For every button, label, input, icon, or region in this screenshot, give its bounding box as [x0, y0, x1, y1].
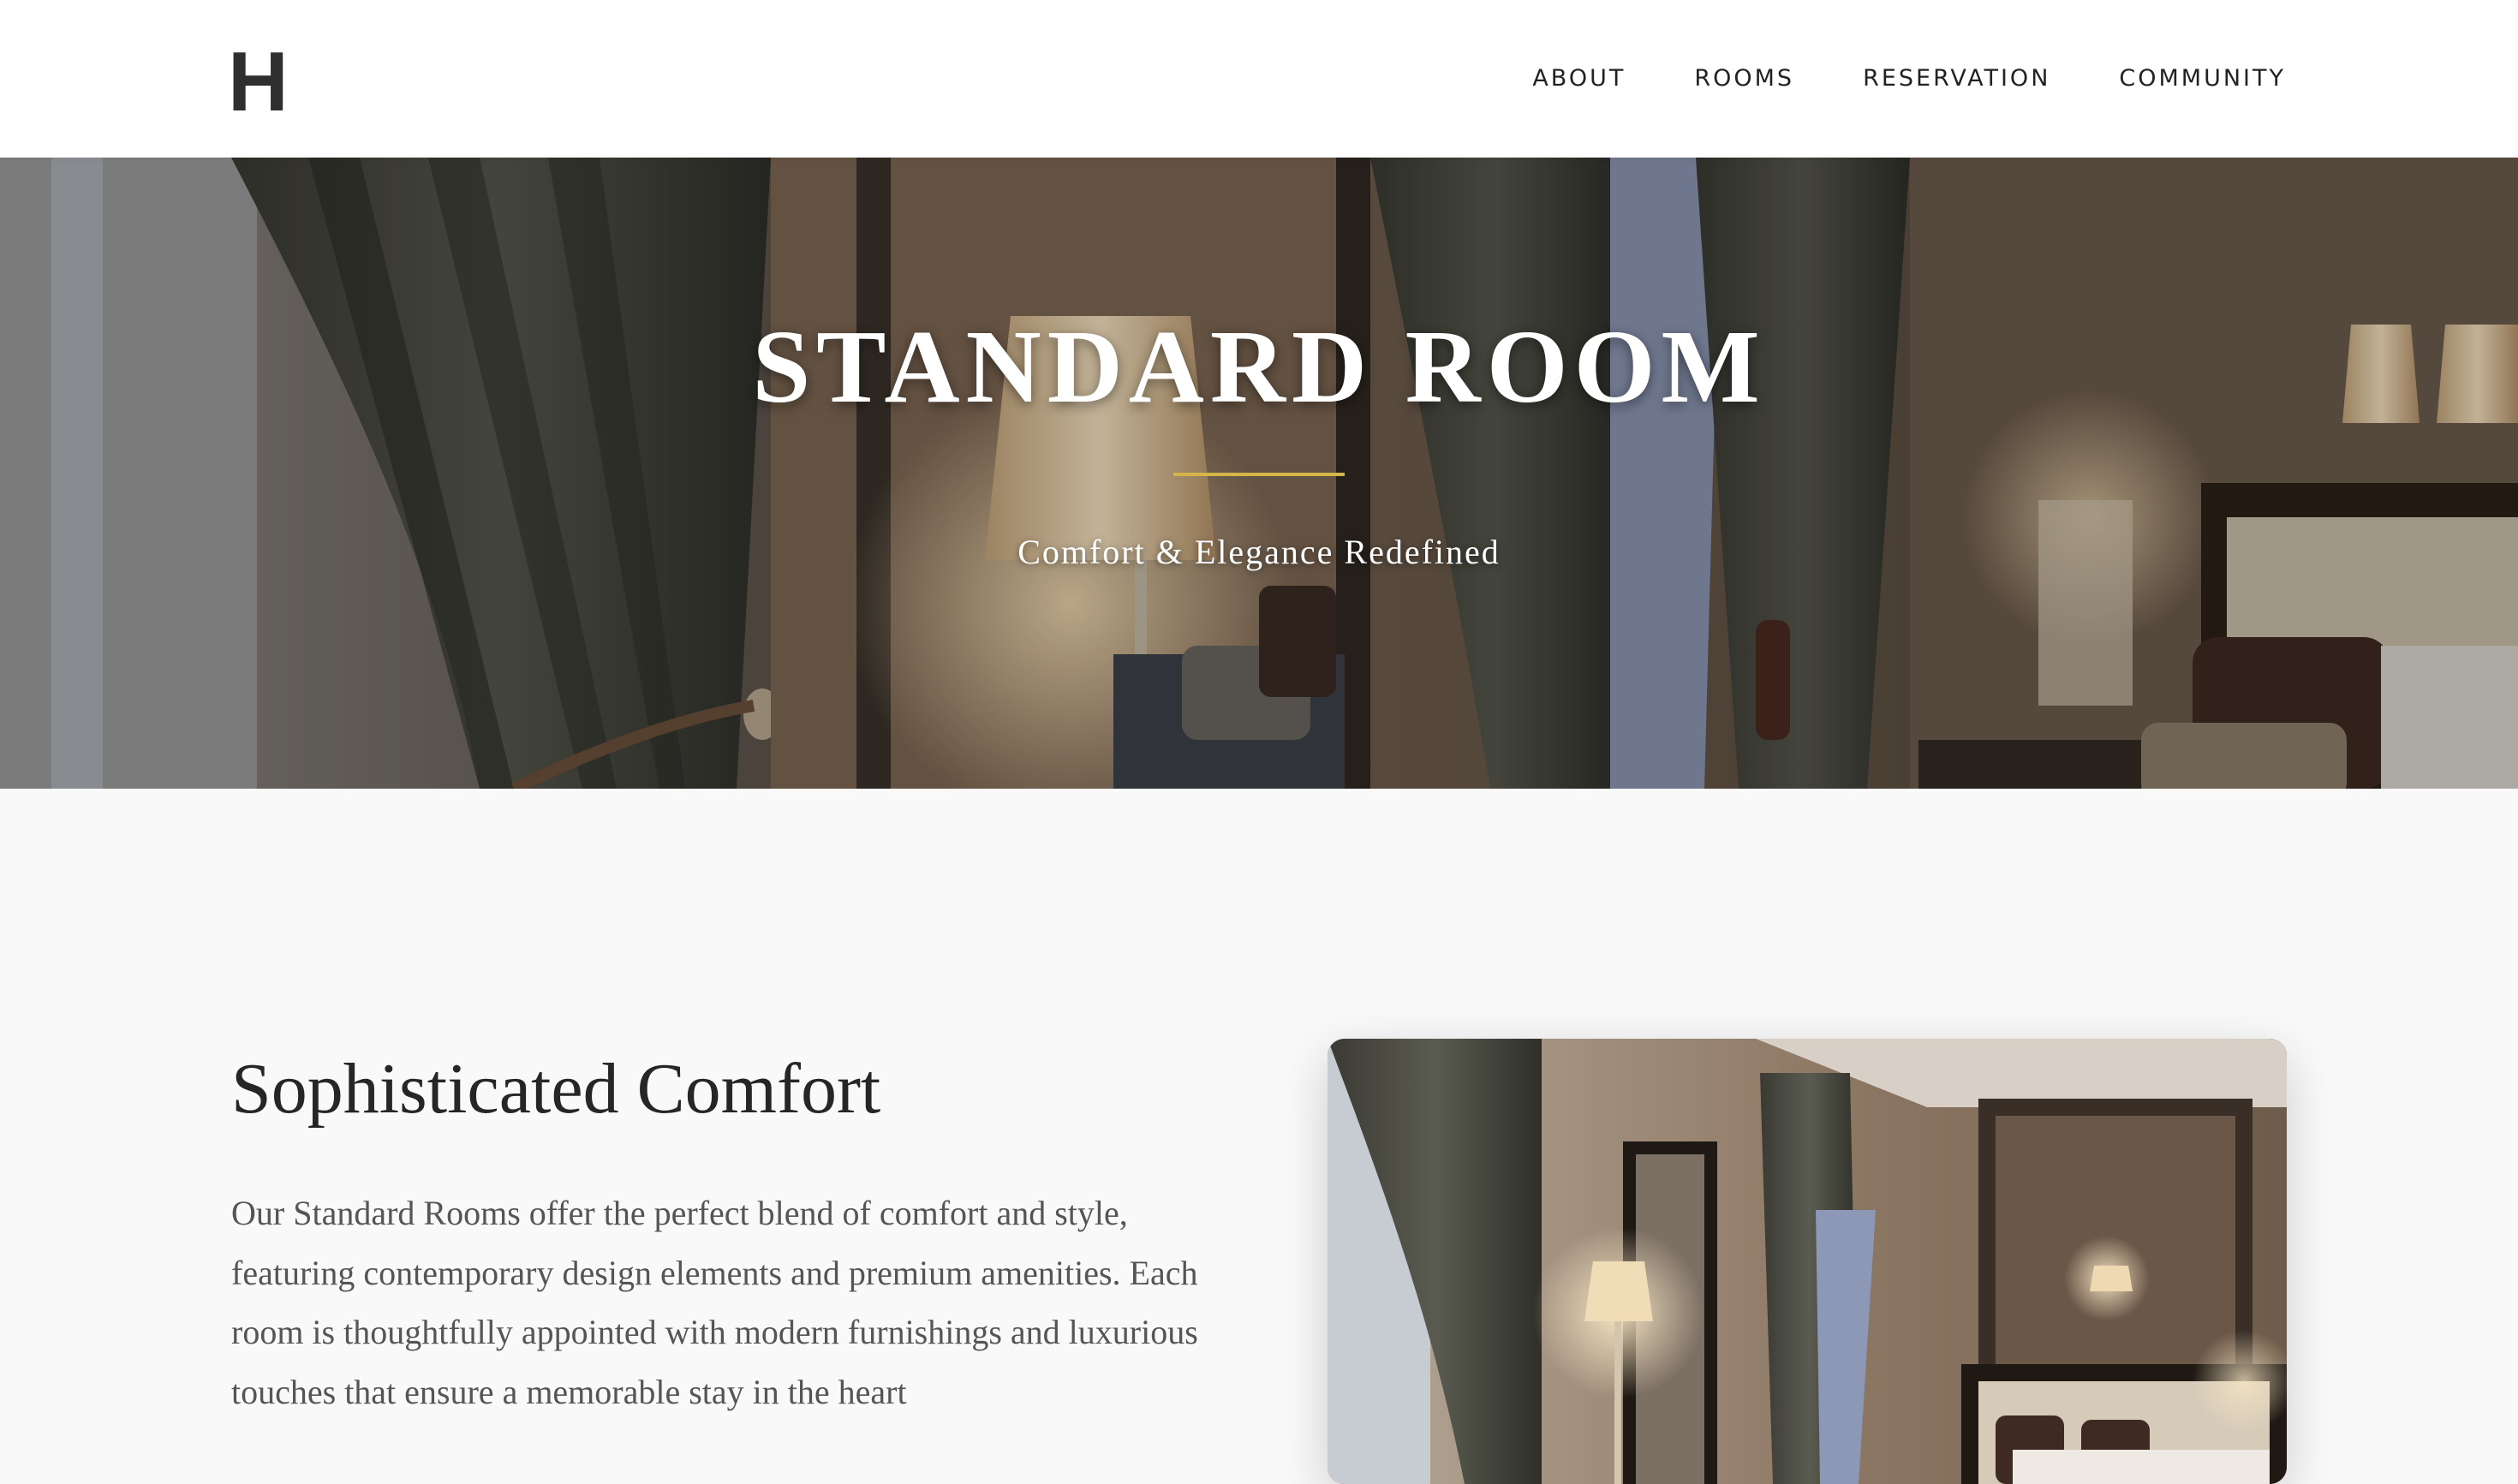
- nav-reservation-link[interactable]: RESERVATION: [1863, 62, 2050, 96]
- room-photo-image: [1328, 1039, 2287, 1484]
- section-description: Our Standard Rooms offer the perfect ble…: [231, 1194, 1198, 1411]
- main-nav: ABOUT ROOMS RESERVATION COMMUNITY: [1532, 62, 2286, 96]
- hero-subtitle: Comfort & Elegance Redefined: [1017, 533, 1501, 571]
- nav-rooms-link[interactable]: ROOMS: [1694, 62, 1794, 96]
- hero-divider: [1173, 473, 1345, 476]
- room-photo: [1328, 1039, 2287, 1484]
- section-heading: Sophisticated Comfort: [231, 1049, 881, 1129]
- site-header: H ABOUT ROOMS RESERVATION COMMUNITY: [0, 0, 2518, 158]
- hero-banner: STANDARD ROOM Comfort & Elegance Redefin…: [0, 158, 2518, 789]
- nav-about-link[interactable]: ABOUT: [1532, 62, 1626, 96]
- logo[interactable]: H: [228, 34, 289, 128]
- nav-community-link[interactable]: COMMUNITY: [2119, 62, 2286, 96]
- hero-title: STANDARD ROOM: [752, 309, 1766, 425]
